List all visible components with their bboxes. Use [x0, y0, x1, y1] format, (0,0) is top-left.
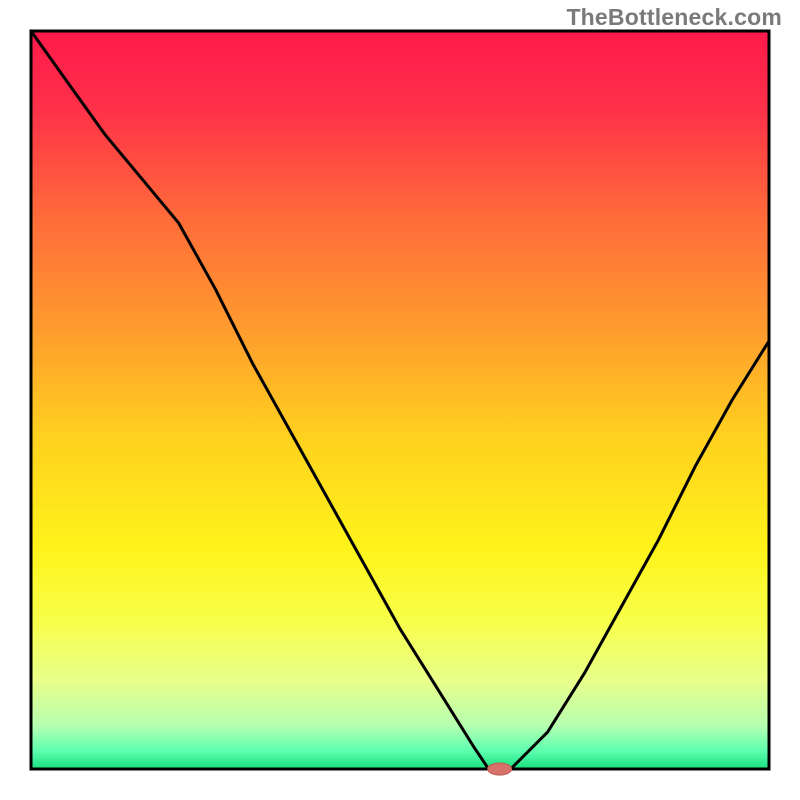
plot-background [31, 31, 769, 769]
bottleneck-chart [0, 0, 800, 800]
chart-frame: TheBottleneck.com [0, 0, 800, 800]
watermark-text: TheBottleneck.com [566, 4, 782, 31]
optimal-point-marker [488, 763, 512, 775]
